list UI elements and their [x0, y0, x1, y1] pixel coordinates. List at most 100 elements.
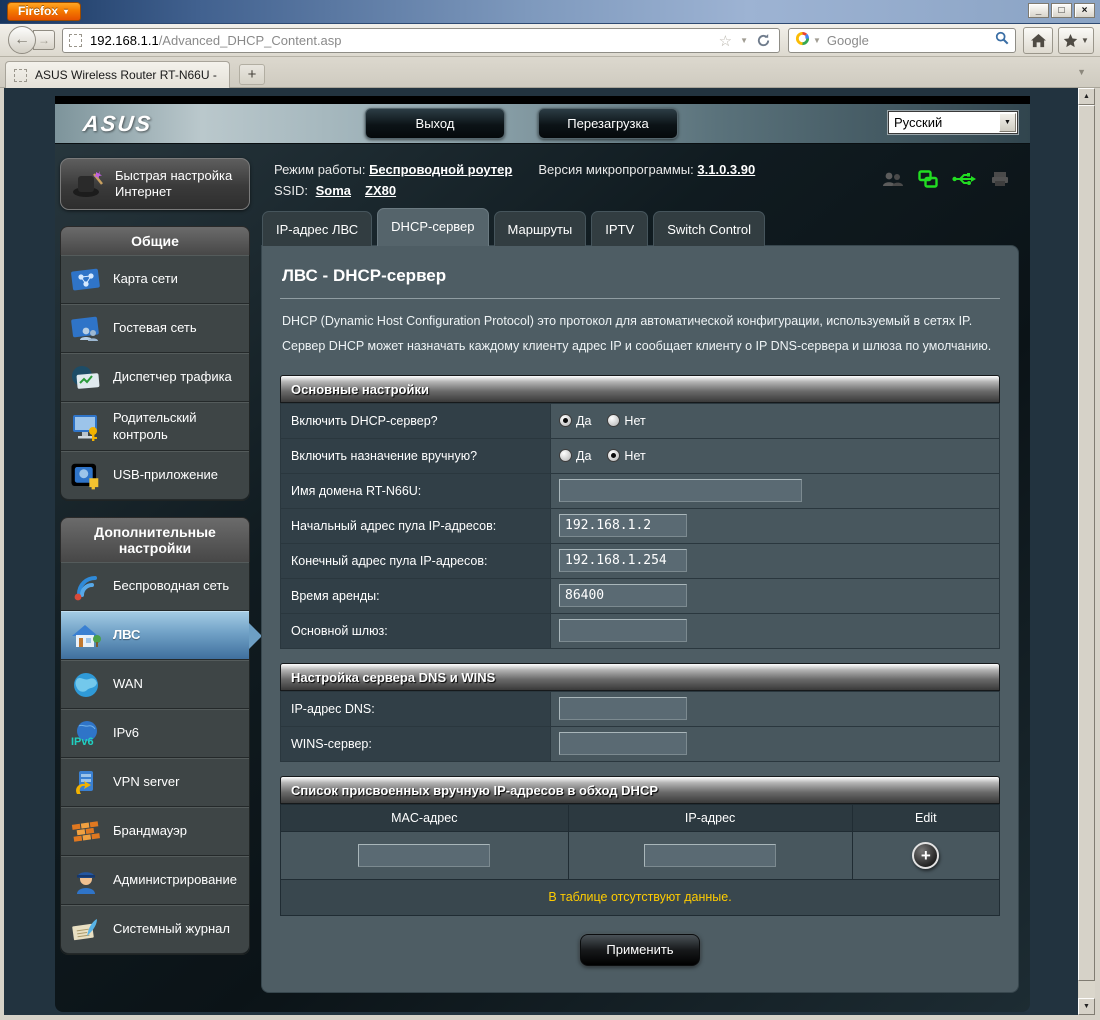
lan-icon [67, 619, 105, 653]
table-row: Включить DHCP-сервер? Да Нет [281, 403, 1000, 438]
field-label: Время аренды: [281, 578, 551, 613]
reboot-button[interactable]: Перезагрузка [538, 108, 678, 139]
logout-button[interactable]: Выход [365, 108, 505, 139]
sidebar-item-ipv6[interactable]: IPv6 IPv6 [61, 709, 249, 758]
administration-icon [67, 864, 105, 898]
tab-routes[interactable]: Маршруты [494, 211, 587, 246]
search-icon[interactable] [995, 31, 1009, 50]
tab-favicon [14, 69, 27, 82]
operation-mode-link[interactable]: Беспроводной роутер [369, 162, 512, 177]
tab-lan-ip[interactable]: IP-адрес ЛВС [262, 211, 372, 246]
bookmarks-button[interactable]: ▼ [1058, 27, 1094, 54]
field-label: IP-адрес DNS: [281, 691, 551, 726]
pool-end-input[interactable] [559, 549, 687, 572]
scrollbar-thumb[interactable] [1078, 105, 1095, 981]
search-box[interactable]: ▼ Google [788, 28, 1016, 53]
radio-label-yes: Да [576, 414, 591, 428]
table-row: Время аренды: [281, 578, 1000, 613]
sidebar-item-wan[interactable]: WAN [61, 660, 249, 709]
ssid-link-2[interactable]: ZX80 [365, 181, 396, 202]
ipv6-icon: IPv6 [67, 717, 105, 751]
quick-setup-button[interactable]: Быстрая настройка Интернет [60, 158, 250, 210]
list-all-tabs-icon[interactable]: ▼ [1077, 67, 1086, 77]
table-header-row: MAC-адрес IP-адрес Edit [281, 804, 1000, 831]
sidebar-item-system-log[interactable]: Системный журнал [61, 905, 249, 954]
language-select[interactable]: Русский ▼ [888, 111, 1018, 134]
sidebar-item-parental-control[interactable]: Родительский контроль [61, 402, 249, 451]
reload-icon[interactable] [756, 33, 771, 48]
wan-icon [67, 668, 105, 702]
wins-input[interactable] [559, 732, 687, 755]
mac-address-input[interactable] [358, 844, 490, 867]
gateway-input[interactable] [559, 619, 687, 642]
dhcp-enable-no-radio[interactable] [607, 414, 620, 427]
clients-status-icon[interactable] [882, 171, 904, 187]
printer-status-icon[interactable] [990, 171, 1010, 187]
apply-button[interactable]: Применить [580, 934, 700, 966]
internet-status-icon[interactable] [918, 170, 938, 188]
firmware-version: Версия микропрограммы: 3.1.0.3.90 [538, 160, 755, 181]
usb-status-icon[interactable] [952, 172, 976, 186]
ip-address-input[interactable] [644, 844, 776, 867]
sidebar-item-firewall[interactable]: Брандмауэр [61, 807, 249, 856]
sidebar-item-lan[interactable]: ЛВС [61, 611, 249, 660]
scroll-down-icon[interactable]: ▼ [1078, 998, 1095, 1015]
sidebar-item-traffic-manager[interactable]: Диспетчер трафика [61, 353, 249, 402]
new-tab-button[interactable]: + [239, 64, 265, 85]
usb-application-icon [67, 459, 105, 493]
url-dropdown-icon[interactable]: ▼ [740, 36, 748, 45]
ssid-link-1[interactable]: Soma [316, 181, 351, 202]
add-entry-button[interactable]: + [912, 842, 939, 869]
section-dns-wins: Настройка сервера DNS и WINS [280, 663, 1000, 691]
bookmark-star-icon[interactable]: ☆ [719, 32, 732, 50]
sidebar-item-usb-application[interactable]: USB-приложение [61, 451, 249, 500]
home-button[interactable] [1023, 27, 1053, 54]
back-button[interactable]: ← [8, 26, 36, 54]
maximize-button[interactable]: □ [1051, 3, 1072, 18]
pool-start-input[interactable] [559, 514, 687, 537]
sidebar-item-network-map[interactable]: Карта сети [61, 255, 249, 304]
lease-time-input[interactable] [559, 584, 687, 607]
radio-label-yes: Да [576, 449, 591, 463]
dhcp-enable-yes-radio[interactable] [559, 414, 572, 427]
router-page: ASUS Выход Перезагрузка Русский ▼ [4, 88, 1078, 1015]
scroll-up-icon[interactable]: ▲ [1078, 88, 1095, 105]
dns-ip-input[interactable] [559, 697, 687, 720]
column-mac: MAC-адрес [281, 804, 569, 831]
manual-assign-yes-radio[interactable] [559, 449, 572, 462]
search-input[interactable]: Google [827, 33, 995, 48]
sidebar-item-vpn-server[interactable]: VPN server [61, 758, 249, 807]
search-engine-dropdown-icon[interactable]: ▼ [813, 36, 821, 45]
google-logo-icon [795, 31, 810, 51]
field-label: WINS-сервер: [281, 726, 551, 761]
firmware-version-link[interactable]: 3.1.0.3.90 [697, 162, 755, 177]
forward-button[interactable]: → [33, 30, 55, 50]
firewall-icon [67, 815, 105, 849]
field-label: Включить DHCP-сервер? [281, 403, 551, 438]
vertical-scrollbar[interactable]: ▲ ▼ [1078, 88, 1095, 1015]
select-arrow-icon[interactable]: ▼ [999, 113, 1016, 132]
column-edit: Edit [852, 804, 999, 831]
table-empty-row: В таблице отсутствуют данные. [281, 879, 1000, 915]
sidebar-item-administration[interactable]: Администри­рование [61, 856, 249, 905]
tab-dhcp-server[interactable]: DHCP-сервер [377, 208, 488, 246]
tab-switch-control[interactable]: Switch Control [653, 211, 765, 246]
domain-name-input[interactable] [559, 479, 802, 502]
title-divider [280, 298, 1000, 299]
tab-iptv[interactable]: IPTV [591, 211, 648, 246]
manual-assign-no-radio[interactable] [607, 449, 620, 462]
minimize-button[interactable]: _ [1028, 3, 1049, 18]
close-button[interactable]: × [1074, 3, 1095, 18]
manual-assignment-table: MAC-адрес IP-адрес Edit + [280, 804, 1000, 916]
url-bar[interactable]: 192.168.1.1 /Advanced_DHCP_Content.asp ☆… [62, 28, 780, 53]
sidebar-item-wireless[interactable]: Беспроводная сеть [61, 562, 249, 611]
dns-wins-table: IP-адрес DNS: WINS-сервер: [280, 691, 1000, 762]
browser-tab-active[interactable]: ASUS Wireless Router RT-N66U - DHCP-сер.… [5, 61, 230, 88]
table-row: Основной шлюз: [281, 613, 1000, 648]
url-host: 192.168.1.1 [90, 33, 159, 48]
sidebar-item-guest-network[interactable]: Гостевая сеть [61, 304, 249, 353]
radio-label-no: Нет [624, 414, 645, 428]
ssid-label: SSID: [274, 183, 308, 198]
sidebar: Быстрая настройка Интернет Общие Карта с… [60, 158, 250, 992]
firefox-menu-button[interactable]: Firefox▾ [7, 2, 81, 21]
